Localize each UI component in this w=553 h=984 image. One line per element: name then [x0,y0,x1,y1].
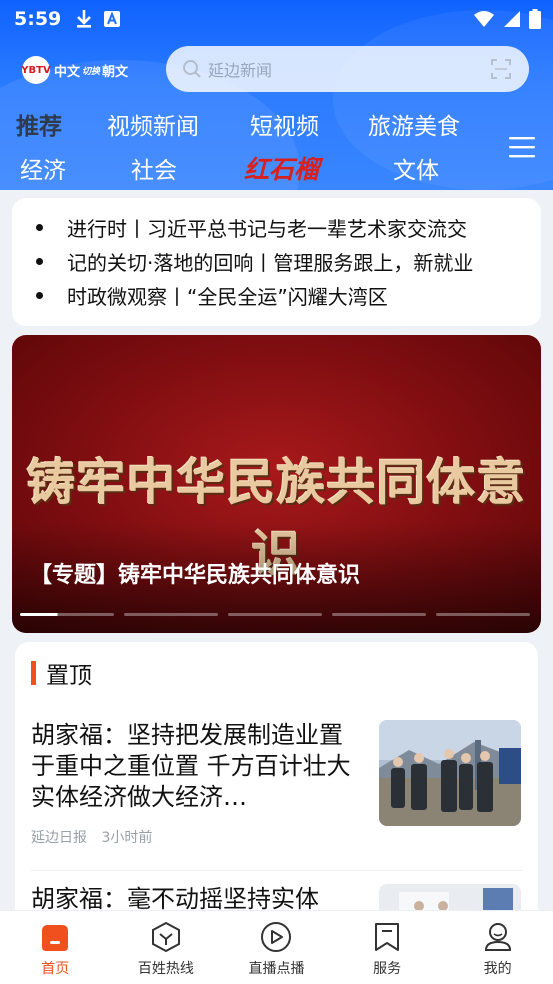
tab-recommend[interactable]: 推荐 [16,107,62,141]
carousel-dot [20,613,114,616]
menu-icon[interactable] [509,136,535,158]
news-photo [379,720,521,826]
nav-hotline[interactable]: 百姓热线 [116,921,216,978]
tab-video-news[interactable]: 视频新闻 [107,107,199,141]
tab-travel-food[interactable]: 旅游美食 [368,107,460,141]
home-icon [42,925,69,951]
news-item[interactable]: 胡家福：坚持把发展制造业置于重中之重位置 千方百计壮大实体经济做大经济… 延边日… [31,720,521,847]
ticker-text: 时政微观察丨“全民全运”闪耀大湾区 [67,284,388,309]
logo-badge: YBTV [21,56,51,84]
nav-profile[interactable]: 我的 [448,921,548,978]
nav-label: 百姓热线 [137,961,194,977]
news-title: 胡家福：坚持把发展制造业置于重中之重位置 千方百计壮大实体经济做大经济… [31,721,351,811]
tab-pomegranate[interactable]: 红石榴 [244,150,319,186]
ticker-text: 进行时丨习近平总书记与老一辈艺术家交流交 [67,216,467,241]
profile-icon [484,923,511,951]
status-bar: 5:59 [0,0,553,38]
search-bar[interactable]: 延边新闻 [166,46,529,92]
carousel-dot [228,613,322,616]
logo-korean: 朝文 [102,64,129,80]
pinned-section: 置顶 胡家福：坚持把发展制造业置于重中之重位置 千方百计壮大实体经济做大经济… … [15,642,538,942]
hotline-icon [151,921,180,953]
app-logo[interactable]: YBTV 中文 切换 朝文 [21,52,150,88]
ticker-item[interactable]: 时政微观察丨“全民全运”闪耀大湾区 [36,278,541,312]
ticker-item[interactable]: 记的关切·落地的回响丨管理服务跟上，新就业 [36,244,541,278]
status-time: 5:59 [14,8,62,30]
section-header: 置顶 [31,656,92,690]
search-placeholder: 延边新闻 [208,61,273,80]
carousel-dot [124,613,218,616]
wifi-icon [474,11,494,27]
carousel-dot [436,613,530,616]
bottom-nav: 首页 百姓热线 直播点播 服务 我的 [0,910,553,984]
nav-label: 服务 [373,961,402,977]
bullet [36,223,43,231]
nav-home[interactable]: 首页 [5,921,105,978]
news-thumbnail [379,720,521,826]
tab-economy[interactable]: 经济 [20,151,66,185]
news-meta: 延边日报 3小时前 [31,827,521,847]
nav-live[interactable]: 直播点播 [226,921,326,978]
scan-icon[interactable] [491,59,511,79]
tab-culture-sports[interactable]: 文体 [393,151,439,185]
banner-caption: 【专题】铸牢中华民族共同体意识 [30,563,361,588]
logo-switch-label: 切换 [82,66,101,77]
ticker-text: 记的关切·落地的回响丨管理服务跟上，新就业 [67,250,474,275]
app-header: 5:59 YBTV 中文 切换 朝文 延边新闻 推荐 视频新闻 短视频 旅游美食… [0,0,553,190]
news-source: 延边日报 [31,830,87,846]
signal-icon [504,11,520,27]
nav-label: 我的 [483,961,512,977]
logo-chinese: 中文 [54,64,81,80]
download-icon [77,10,92,28]
carousel-dot [332,613,426,616]
font-icon [104,11,121,27]
ticker-item[interactable]: 进行时丨习近平总书记与老一辈艺术家交流交 [36,210,541,244]
divider [31,870,522,871]
nav-label: 首页 [41,961,70,977]
headline-ticker: 进行时丨习近平总书记与老一辈艺术家交流交 记的关切·落地的回响丨管理服务跟上，新… [12,198,541,326]
bullet [36,257,43,265]
tab-short-video[interactable]: 短视频 [250,107,319,141]
battery-icon [529,9,541,29]
section-marker [31,661,36,685]
bullet [36,291,43,299]
search-icon [183,60,201,78]
nav-label: 直播点播 [248,961,305,977]
channel-tabs: 推荐 视频新闻 短视频 旅游美食 经济 社会 红石榴 文体 [0,100,553,190]
banner-carousel[interactable]: 铸牢中华民族共同体意识 【专题】铸牢中华民族共同体意识 [12,335,541,633]
bookmark-icon [375,923,400,951]
section-title: 置顶 [46,663,92,689]
play-icon [261,922,292,952]
news-time: 3小时前 [101,830,153,846]
tab-society[interactable]: 社会 [131,151,177,185]
nav-service[interactable]: 服务 [337,921,437,978]
carousel-indicator [20,613,530,616]
